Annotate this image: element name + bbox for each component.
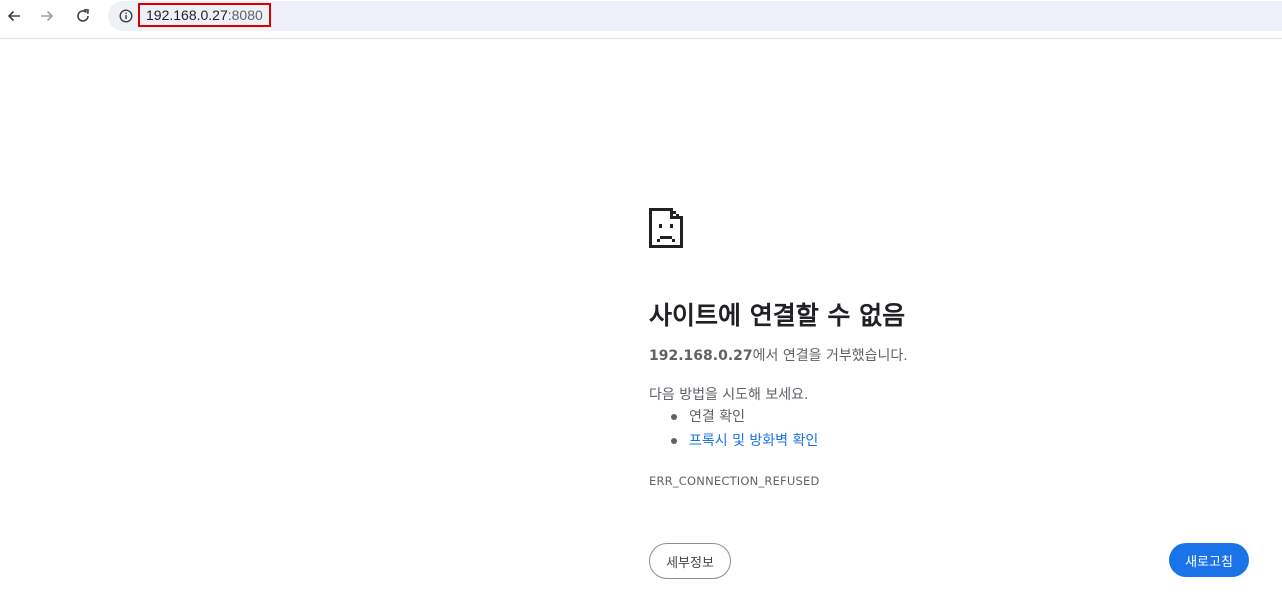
list-item: 프록시 및 방화벽 확인	[649, 431, 818, 455]
back-button[interactable]	[0, 3, 28, 29]
browser-toolbar: 192.168.0.27:8080	[0, 0, 1282, 39]
suggestions-heading: 다음 방법을 시도해 보세요.	[649, 387, 809, 403]
list-item: 연결 확인	[649, 407, 818, 431]
forward-arrow-icon	[41, 10, 54, 22]
url-host: 192.168.0.27	[146, 7, 228, 23]
error-host: 192.168.0.27	[649, 348, 753, 364]
back-arrow-icon	[7, 10, 20, 22]
error-title: 사이트에 연결할 수 없음	[649, 301, 906, 330]
error-message-text: 에서 연결을 거부했습니다.	[752, 348, 908, 364]
address-bar[interactable]: 192.168.0.27:8080	[108, 1, 1282, 31]
suggestion-check-connection: 연결 확인	[689, 409, 745, 425]
reload-page-button[interactable]	[69, 3, 97, 29]
reload-button[interactable]: 새로고침	[1169, 543, 1249, 577]
suggestion-check-proxy-firewall-link[interactable]: 프록시 및 방화벽 확인	[689, 433, 818, 449]
reload-icon	[77, 9, 89, 22]
site-info-button[interactable]	[117, 7, 135, 25]
suggestions-list: 연결 확인 프록시 및 방화벽 확인	[649, 407, 818, 455]
error-message: 192.168.0.27에서 연결을 거부했습니다.	[649, 345, 908, 365]
info-icon	[119, 9, 133, 23]
sad-page-icon	[649, 208, 683, 248]
url-port: :8080	[227, 7, 263, 23]
forward-button[interactable]	[33, 3, 61, 29]
url-text[interactable]: 192.168.0.27:8080	[138, 3, 271, 27]
error-code: ERR_CONNECTION_REFUSED	[649, 474, 820, 488]
details-button[interactable]: 세부정보	[649, 543, 731, 579]
